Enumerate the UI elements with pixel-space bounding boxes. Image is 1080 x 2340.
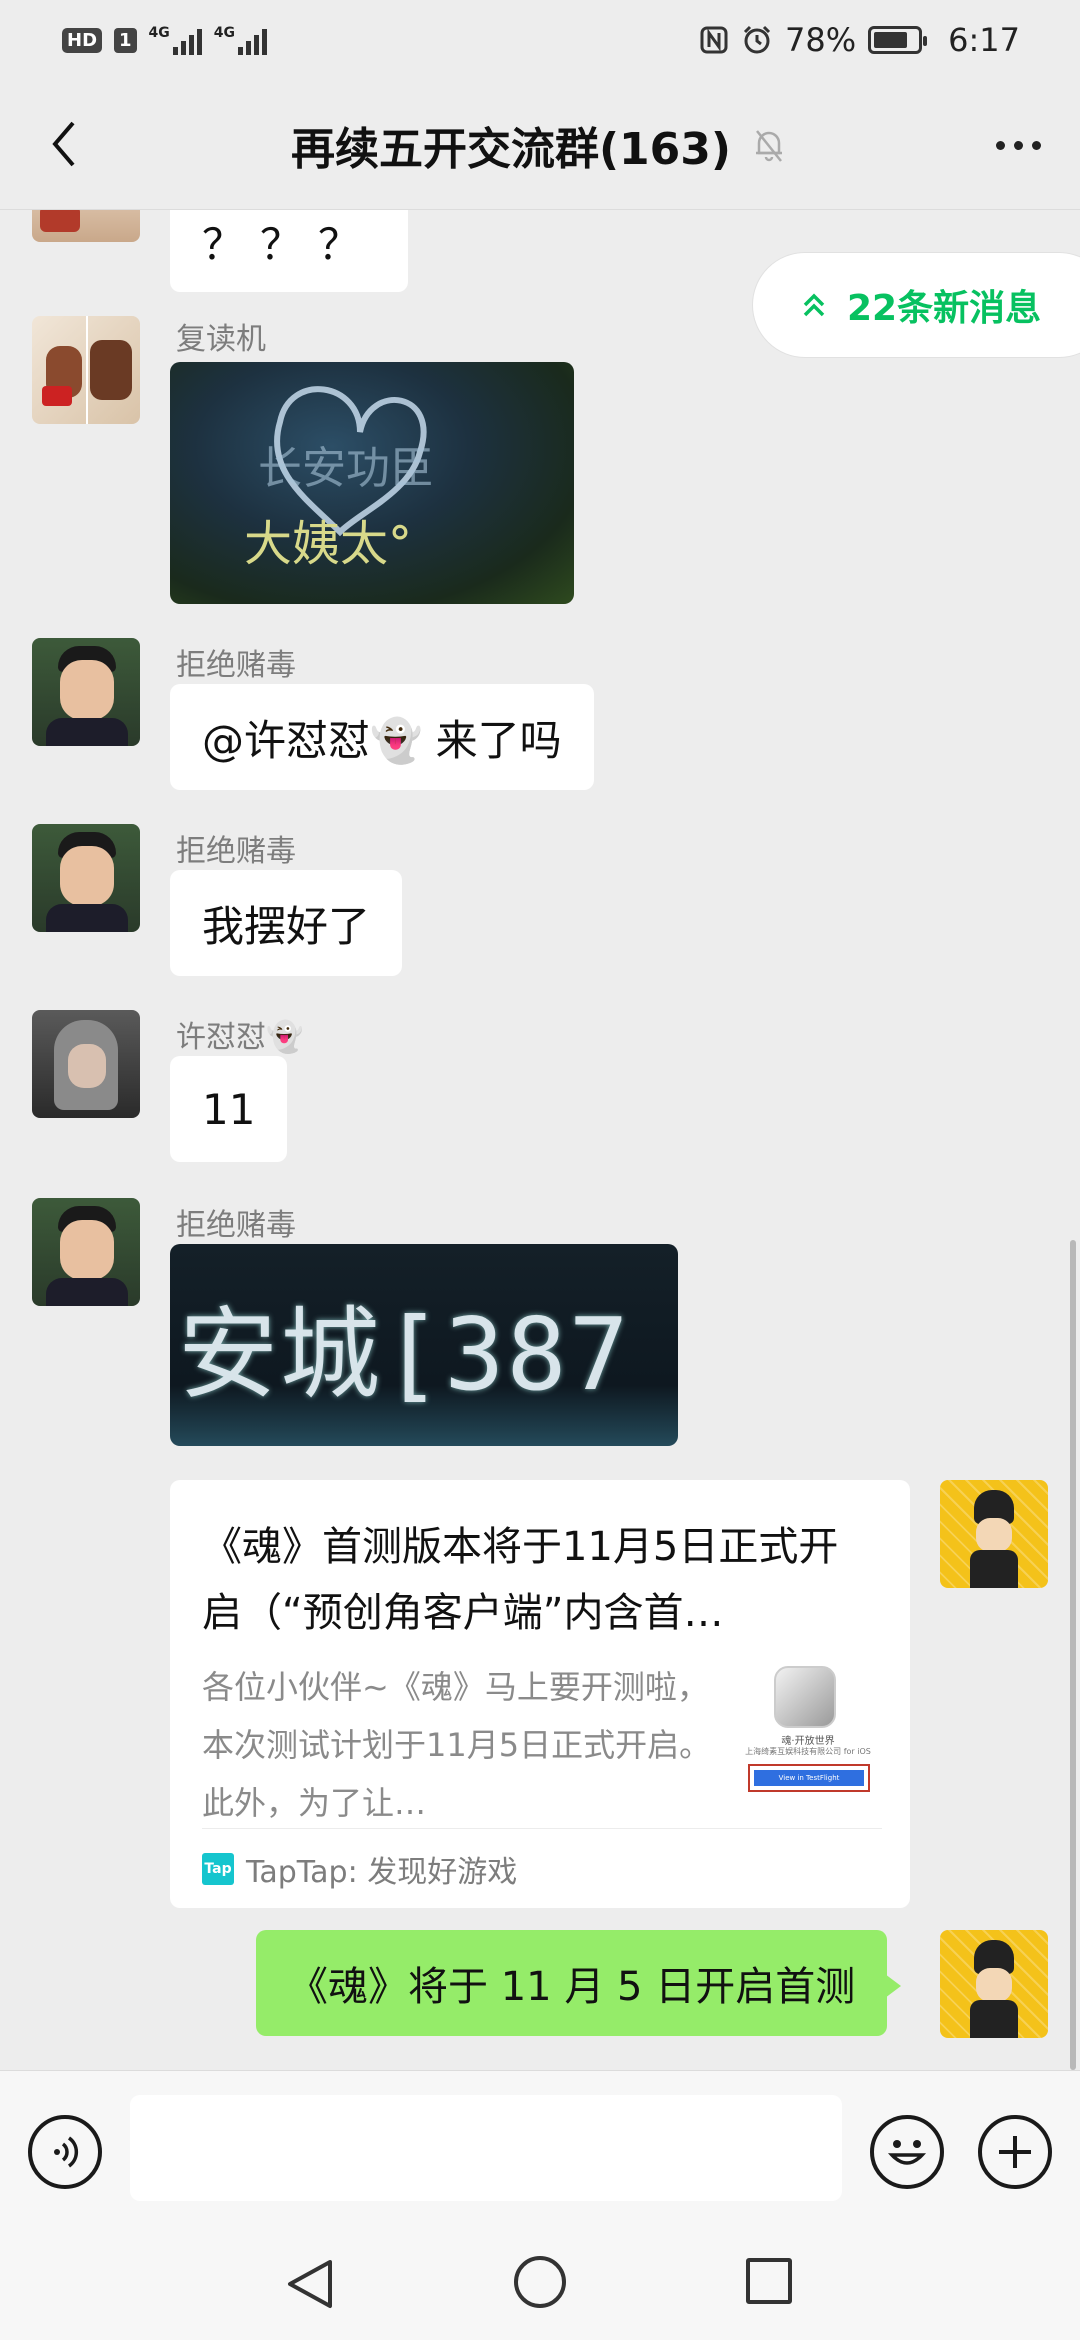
sender-name: 许怼怼👻 [176,1020,304,1055]
voice-input-button[interactable] [28,2115,102,2189]
my-avatar[interactable] [940,1480,1048,1588]
hd-badge: HD [62,27,103,53]
message-text: 我摆好了 [202,901,371,951]
message-text: 《魂》将于 11 月 5 日开启首测 [288,1964,856,2010]
link-body: 各位小伙伴~《魂》马上要开测啦，本次测试计划于11月5日正式开启。此外，为了让…… [202,1658,878,1832]
thumb-caption: 魂·开放世界 [781,1736,835,1747]
testflight-button: View in TestFlight [748,1764,870,1792]
new-messages-label: 22条新消息 [847,288,1042,329]
status-bar: HD 1 4G 4G 78% 6:17 [0,0,1080,80]
signal-icon: 4G [149,25,202,55]
double-chevron-up-icon [803,293,825,317]
alarm-icon [743,25,771,54]
back-button[interactable] [34,114,94,174]
sender-name: 拒绝赌毒 [176,834,296,869]
image-text: 安城[387 [178,1295,631,1413]
message-bubble[interactable]: 我摆好了 [170,870,403,976]
chevron-left-icon [52,121,75,167]
chat-message-list[interactable]: ？？？ 22条新消息 复读机 长安功臣 大姨太° 拒绝赌毒 @许怼怼👻 来了吗 … [0,210,1080,2070]
emoji-button[interactable] [870,2115,944,2189]
link-source: Tap TapTap: 发现好游戏 [202,1828,882,1908]
taptap-icon: Tap [202,1852,234,1885]
link-card[interactable]: 《魂》首测版本将于11月5日正式开启（“预创角客户端”内含首… 各位小伙伴~《魂… [170,1480,910,1908]
my-message-bubble[interactable]: 《魂》将于 11 月 5 日开启首测 [256,1930,902,2036]
message-text: 11 [202,1084,256,1134]
testflight-label: View in TestFlight [754,1770,864,1786]
network-type-2: 4G [213,25,236,41]
clock: 6:17 [948,21,1020,59]
link-title: 《魂》首测版本将于11月5日正式开启（“预创角客户端”内含首… [202,1524,839,1636]
smiley-icon [887,2140,927,2165]
battery-fill [874,32,907,48]
nav-back-icon[interactable] [286,2258,334,2310]
avatar[interactable] [32,316,140,424]
scrollbar[interactable] [1070,1240,1076,2070]
link-description: 各位小伙伴~《魂》马上要开测啦，本次测试计划于11月5日正式开启。此外，为了让… [202,1668,712,1822]
link-source-label: TapTap: 发现好游戏 [246,1854,518,1890]
link-thumbnail: 魂·开放世界 上海绮素互娱科技有限公司 for iOS View in Test… [738,1666,878,1806]
voice-icon [54,2136,79,2168]
mute-bell-icon [756,129,783,162]
sim-badge: 1 [114,27,137,53]
thumb-company: 上海绮素互娱科技有限公司 for iOS [745,1747,871,1756]
avatar[interactable] [32,1010,140,1118]
chat-header: 再续五开交流群(163) [0,80,1080,210]
app-icon [774,1666,836,1728]
battery-icon [868,26,928,54]
sender-name: 复读机 [176,322,266,357]
my-avatar[interactable] [940,1930,1048,2038]
image-text-bottom: 大姨太° [244,516,413,572]
avatar[interactable] [32,210,140,242]
system-nav-bar [0,2220,1080,2340]
chat-title: 再续五开交流群(163) [290,123,732,175]
plus-icon [999,2136,1031,2168]
message-text: ？？？ [202,219,377,269]
status-right: 78% 6:17 [699,21,1020,59]
avatar[interactable] [32,638,140,746]
signal-icon-2: 4G [213,25,268,55]
network-type-1: 4G [148,25,170,41]
more-functions-button[interactable] [978,2115,1052,2189]
avatar[interactable] [32,824,140,932]
avatar[interactable] [32,1198,140,1306]
nfc-icon [700,26,728,54]
nav-recent-apps-icon[interactable] [746,2258,792,2304]
sender-name: 拒绝赌毒 [176,648,296,683]
sender-name: 拒绝赌毒 [176,1208,296,1243]
message-bubble[interactable]: 11 [170,1056,288,1162]
nav-home-icon[interactable] [514,2256,566,2308]
image-message[interactable]: 安城[387 [170,1244,678,1446]
more-options-button[interactable] [986,120,1050,170]
message-bubble[interactable]: @许怼怼👻 来了吗 [170,684,594,790]
status-left: HD 1 4G 4G [62,25,268,55]
new-messages-button[interactable]: 22条新消息 [752,252,1080,358]
image-text-top: 长安功臣 [258,443,434,494]
input-bar [0,2070,1080,2220]
message-input[interactable] [130,2095,842,2201]
image-message[interactable]: 长安功臣 大姨太° [170,362,574,604]
battery-percent: 78% [785,21,857,59]
message-text: @许怼怼👻 来了吗 [202,715,562,765]
message-bubble[interactable]: ？？？ [170,210,409,292]
